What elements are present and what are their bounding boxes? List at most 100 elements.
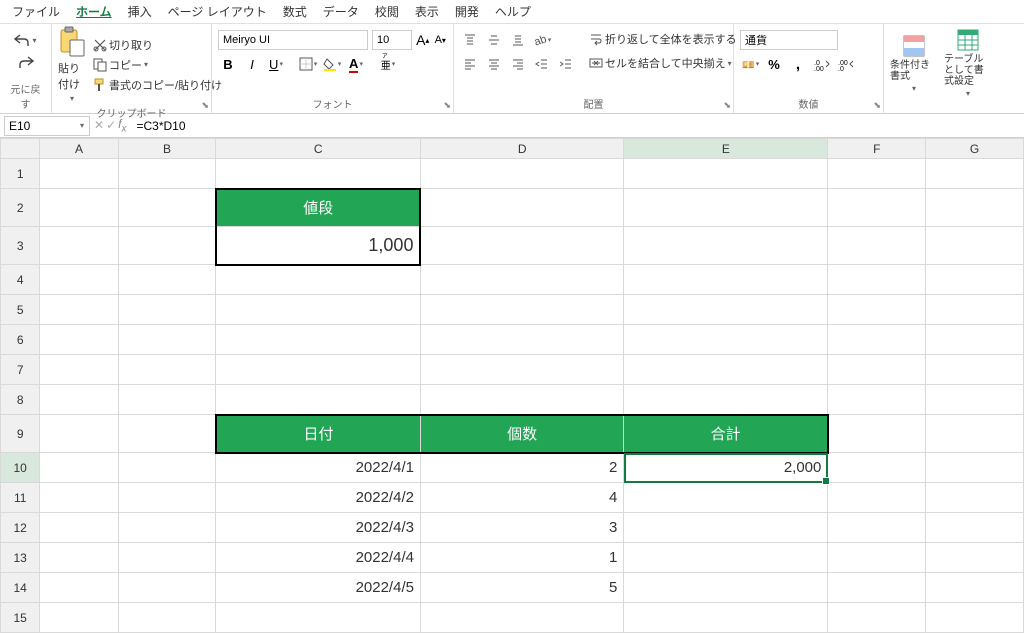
enter-formula-button[interactable]: ✓: [106, 118, 116, 132]
select-all-corner[interactable]: [1, 139, 40, 159]
cell[interactable]: [40, 325, 118, 355]
clipboard-launcher[interactable]: ⬊: [201, 100, 209, 111]
cell-C10[interactable]: 2022/4/1: [216, 453, 421, 483]
align-left-button[interactable]: [460, 54, 480, 74]
menu-help[interactable]: ヘルプ: [487, 1, 539, 22]
font-color-button[interactable]: A▾: [346, 54, 366, 74]
col-E[interactable]: E: [624, 139, 828, 159]
row-6[interactable]: 6: [1, 325, 40, 355]
cell[interactable]: [40, 189, 118, 227]
cell[interactable]: [216, 265, 421, 295]
row-14[interactable]: 14: [1, 573, 40, 603]
cell[interactable]: [828, 385, 926, 415]
border-button[interactable]: ▾: [298, 54, 318, 74]
cell[interactable]: [216, 295, 421, 325]
copy-button[interactable]: コピー▾: [90, 56, 225, 74]
menu-view[interactable]: 表示: [407, 1, 447, 22]
increase-decimal-button[interactable]: .0.00: [812, 54, 832, 74]
cell[interactable]: [828, 543, 926, 573]
menu-dev[interactable]: 開発: [447, 1, 487, 22]
cell[interactable]: [828, 355, 926, 385]
cell[interactable]: [828, 603, 926, 633]
cell-C2[interactable]: 値段: [216, 189, 421, 227]
cell-D9[interactable]: 個数: [420, 415, 623, 453]
formula-input[interactable]: [130, 119, 1024, 133]
cell[interactable]: [828, 573, 926, 603]
cell[interactable]: [926, 603, 1024, 633]
cell[interactable]: [420, 159, 623, 189]
cell[interactable]: [40, 415, 118, 453]
phonetic-button[interactable]: ア亜▾: [378, 54, 398, 74]
row-9[interactable]: 9: [1, 415, 40, 453]
cell[interactable]: [926, 415, 1024, 453]
cell[interactable]: [420, 603, 623, 633]
cell[interactable]: [40, 453, 118, 483]
menu-home[interactable]: ホーム: [68, 1, 120, 22]
indent-increase-button[interactable]: [556, 54, 576, 74]
cell-C9[interactable]: 日付: [216, 415, 421, 453]
cell[interactable]: [118, 483, 216, 513]
cell[interactable]: [420, 325, 623, 355]
menu-review[interactable]: 校閲: [367, 1, 407, 22]
cell[interactable]: [624, 543, 828, 573]
cell[interactable]: [624, 265, 828, 295]
cell[interactable]: [40, 483, 118, 513]
cell[interactable]: [216, 159, 421, 189]
cell[interactable]: [118, 325, 216, 355]
cell[interactable]: [624, 159, 828, 189]
menu-file[interactable]: ファイル: [4, 1, 68, 22]
format-painter-button[interactable]: 書式のコピー/貼り付け: [90, 76, 225, 94]
cell[interactable]: [118, 603, 216, 633]
align-center-button[interactable]: [484, 54, 504, 74]
cell[interactable]: [118, 513, 216, 543]
indent-decrease-button[interactable]: [532, 54, 552, 74]
number-format-select[interactable]: [740, 30, 838, 50]
cell[interactable]: [828, 483, 926, 513]
cell[interactable]: [926, 385, 1024, 415]
cell[interactable]: [40, 513, 118, 543]
cell[interactable]: [624, 603, 828, 633]
increase-font-button[interactable]: A▴: [416, 30, 430, 50]
col-B[interactable]: B: [118, 139, 216, 159]
cell[interactable]: [926, 189, 1024, 227]
cell[interactable]: [926, 513, 1024, 543]
col-F[interactable]: F: [828, 139, 926, 159]
cell[interactable]: [118, 415, 216, 453]
accounting-format-button[interactable]: 💴▾: [740, 54, 760, 74]
cell-D10[interactable]: 2: [420, 453, 623, 483]
cell[interactable]: [926, 355, 1024, 385]
col-D[interactable]: D: [420, 139, 623, 159]
cell[interactable]: [926, 295, 1024, 325]
cell-C11[interactable]: 2022/4/2: [216, 483, 421, 513]
row-13[interactable]: 13: [1, 543, 40, 573]
align-middle-button[interactable]: [484, 30, 504, 50]
row-10[interactable]: 10: [1, 453, 40, 483]
redo-button[interactable]: [15, 54, 37, 70]
row-7[interactable]: 7: [1, 355, 40, 385]
cell[interactable]: [828, 295, 926, 325]
row-4[interactable]: 4: [1, 265, 40, 295]
col-A[interactable]: A: [40, 139, 118, 159]
cell[interactable]: [926, 483, 1024, 513]
cell[interactable]: [828, 265, 926, 295]
cell[interactable]: [926, 265, 1024, 295]
cell[interactable]: [216, 355, 421, 385]
paste-button[interactable]: 貼り付け▾: [58, 26, 86, 103]
cell-D12[interactable]: 3: [420, 513, 623, 543]
cell[interactable]: [624, 355, 828, 385]
row-5[interactable]: 5: [1, 295, 40, 325]
cell-E10[interactable]: 2,000: [624, 453, 828, 483]
cell[interactable]: [828, 159, 926, 189]
cell[interactable]: [40, 603, 118, 633]
cell[interactable]: [216, 385, 421, 415]
cell[interactable]: [118, 355, 216, 385]
fill-color-button[interactable]: ▾: [322, 54, 342, 74]
cell-C13[interactable]: 2022/4/4: [216, 543, 421, 573]
cell[interactable]: [118, 159, 216, 189]
cell[interactable]: [926, 227, 1024, 265]
align-right-button[interactable]: [508, 54, 528, 74]
conditional-format-button[interactable]: 条件付き書式▾: [890, 34, 938, 93]
cell[interactable]: [420, 295, 623, 325]
cell[interactable]: [624, 295, 828, 325]
cancel-formula-button[interactable]: ✕: [94, 118, 104, 132]
